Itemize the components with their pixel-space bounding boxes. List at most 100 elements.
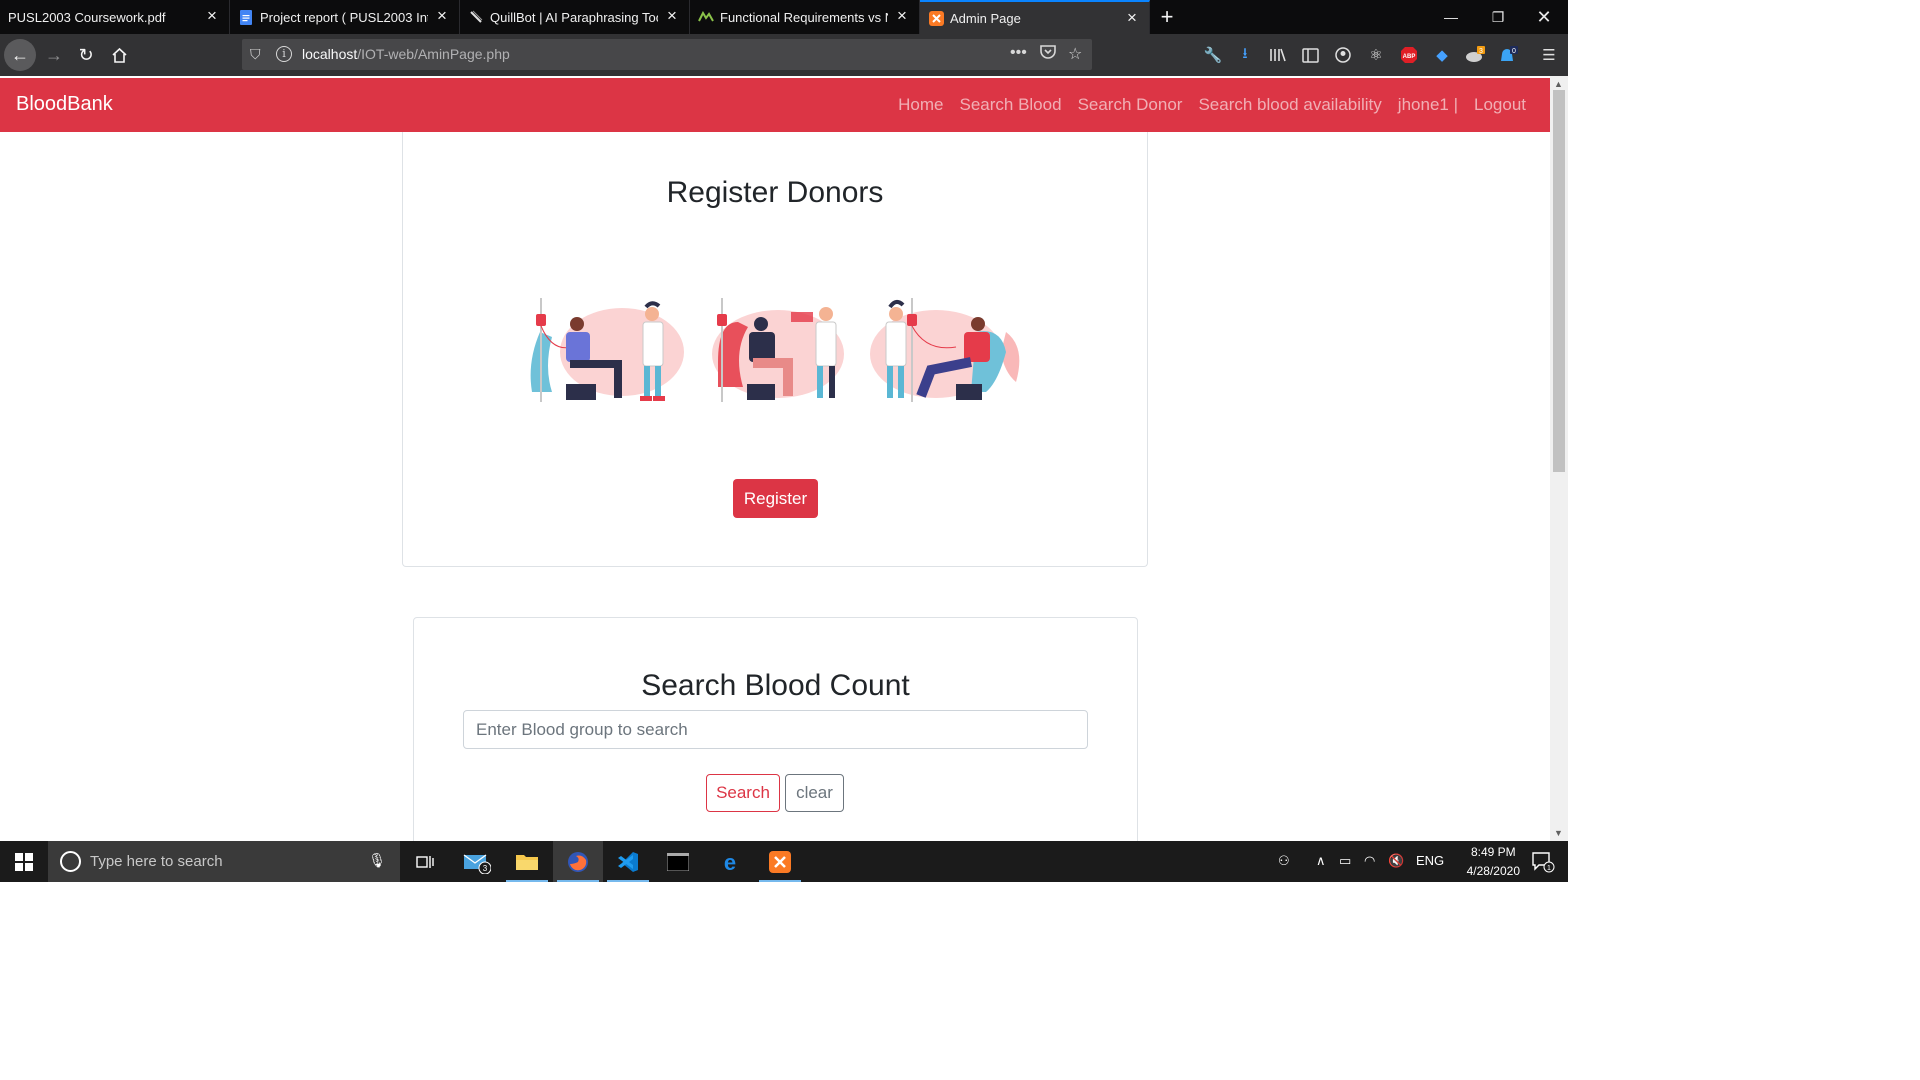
clock-date: 4/28/2020 bbox=[1466, 864, 1520, 878]
edge-icon: e bbox=[724, 851, 736, 873]
close-icon[interactable]: × bbox=[895, 7, 909, 24]
microphone-icon[interactable]: 🎙 bbox=[368, 852, 386, 869]
blood-group-search-input[interactable] bbox=[463, 710, 1088, 749]
notification-icon: 1 bbox=[1532, 851, 1555, 872]
react-devtools-icon[interactable]: ⚛ bbox=[1365, 44, 1387, 66]
site-info-icon[interactable]: i bbox=[276, 46, 292, 62]
close-icon[interactable]: × bbox=[1125, 9, 1139, 26]
home-button[interactable] bbox=[103, 39, 135, 71]
scroll-up-icon[interactable]: ▲ bbox=[1554, 79, 1563, 89]
taskbar-xampp[interactable] bbox=[755, 841, 805, 882]
scrollbar-thumb[interactable] bbox=[1553, 90, 1565, 472]
download-icon[interactable]: ⭳ bbox=[1234, 44, 1256, 66]
tab-quillbot[interactable]: QuillBot | AI Paraphrasing Tool × bbox=[460, 0, 690, 34]
taskbar-firefox[interactable] bbox=[553, 841, 603, 882]
forward-button[interactable]: → bbox=[38, 39, 70, 71]
sidebar-icon[interactable] bbox=[1299, 44, 1321, 66]
pocket-icon[interactable] bbox=[1040, 44, 1056, 64]
reload-button[interactable]: ↻ bbox=[70, 39, 102, 71]
close-icon[interactable]: × bbox=[205, 7, 219, 24]
adblock-icon[interactable]: ABP bbox=[1398, 44, 1420, 66]
tab-title: QuillBot | AI Paraphrasing Tool bbox=[490, 9, 658, 25]
people-icon[interactable]: ⚇ bbox=[1278, 853, 1290, 869]
reload-icon: ↻ bbox=[78, 44, 94, 65]
tab-admin-page[interactable]: Admin Page × bbox=[920, 0, 1150, 34]
start-button[interactable] bbox=[0, 841, 48, 882]
nav-link-search-donor[interactable]: Search Donor bbox=[1078, 95, 1183, 115]
search-blood-count-title: Search Blood Count bbox=[641, 669, 910, 702]
arrow-left-icon: ← bbox=[11, 44, 29, 65]
nav-link-search-blood[interactable]: Search Blood bbox=[959, 95, 1061, 115]
close-window-button[interactable]: ✕ bbox=[1521, 0, 1567, 34]
page-scrollbar[interactable]: ▲ ▼ bbox=[1550, 76, 1568, 841]
taskbar-edge[interactable]: e bbox=[705, 841, 755, 882]
url-text[interactable]: localhost/IOT-web/AminPage.php bbox=[302, 46, 510, 62]
windows-taskbar: Type here to search 🎙 3 e ⚇ ∧ ▭ ◠ 🔇 ENG … bbox=[0, 841, 1568, 882]
taskbar-file-explorer[interactable] bbox=[502, 841, 552, 882]
close-icon[interactable]: × bbox=[435, 7, 449, 24]
gem-extension-icon[interactable]: ◆ bbox=[1431, 44, 1453, 66]
tab-coursework-pdf[interactable]: PUSL2003 Coursework.pdf × bbox=[0, 0, 230, 34]
battery-icon[interactable]: ▭ bbox=[1339, 853, 1351, 869]
site-brand[interactable]: BloodBank bbox=[16, 93, 113, 116]
chevron-up-icon[interactable]: ∧ bbox=[1316, 853, 1326, 869]
bookmark-star-icon[interactable]: ☆ bbox=[1068, 44, 1082, 64]
new-tab-button[interactable]: + bbox=[1150, 0, 1184, 34]
taskbar-search-box[interactable]: Type here to search 🎙 bbox=[48, 841, 400, 882]
scroll-down-icon[interactable]: ▼ bbox=[1554, 828, 1563, 838]
taskbar-mail[interactable]: 3 bbox=[452, 841, 502, 882]
svg-text:ABP: ABP bbox=[1403, 54, 1416, 60]
wifi-icon[interactable]: ◠ bbox=[1364, 853, 1375, 869]
hamburger-menu-icon[interactable]: ☰ bbox=[1538, 44, 1560, 66]
nav-link-user[interactable]: jhone1 | bbox=[1398, 95, 1458, 115]
restore-window-button[interactable]: ❐ bbox=[1475, 0, 1521, 34]
register-donors-title: Register Donors bbox=[666, 176, 884, 209]
library-icon[interactable] bbox=[1267, 44, 1289, 66]
close-icon[interactable]: × bbox=[665, 7, 679, 24]
blood-donation-illustration bbox=[870, 298, 1020, 402]
tab-title: PUSL2003 Coursework.pdf bbox=[8, 9, 166, 25]
task-view-button[interactable] bbox=[400, 841, 450, 882]
xampp-icon bbox=[928, 10, 944, 26]
tab-title: Admin Page bbox=[950, 10, 1021, 26]
quillbot-icon bbox=[468, 9, 484, 25]
tracking-shield-icon[interactable]: ⛉ bbox=[250, 46, 261, 63]
extension-badge-a: 3 bbox=[1479, 48, 1483, 55]
tab-project-report[interactable]: Project report ( PUSL2003 Integ × bbox=[230, 0, 460, 34]
nav-link-home[interactable]: Home bbox=[898, 95, 943, 115]
search-button[interactable]: Search bbox=[706, 774, 780, 812]
arrow-right-icon: → bbox=[45, 44, 63, 65]
tab-title: Project report ( PUSL2003 Integ bbox=[260, 9, 428, 25]
register-button[interactable]: Register bbox=[733, 479, 818, 518]
vscode-icon bbox=[618, 851, 638, 872]
notification-extension-icon[interactable]: 0 bbox=[1497, 44, 1519, 66]
url-host: localhost bbox=[302, 46, 358, 62]
taskbar-search-placeholder: Type here to search bbox=[90, 853, 223, 870]
extension-icon[interactable]: 3 bbox=[1464, 44, 1486, 66]
home-icon bbox=[111, 47, 127, 63]
action-center-button[interactable]: 1 bbox=[1518, 841, 1568, 882]
running-indicator bbox=[557, 880, 599, 882]
firefox-icon bbox=[568, 851, 588, 872]
language-indicator[interactable]: ENG bbox=[1416, 853, 1444, 868]
speaker-muted-icon[interactable]: 🔇 bbox=[1388, 853, 1404, 869]
taskbar-vscode[interactable] bbox=[603, 841, 653, 882]
account-icon[interactable] bbox=[1332, 44, 1354, 66]
extension-badge-b: 0 bbox=[1512, 48, 1516, 55]
clear-button[interactable]: clear bbox=[785, 774, 844, 812]
taskbar-terminal[interactable] bbox=[653, 841, 703, 882]
site-nav-links: Home Search Blood Search Donor Search bl… bbox=[898, 95, 1526, 115]
mail-badge: 3 bbox=[483, 864, 488, 873]
terminal-icon bbox=[667, 852, 689, 871]
back-button[interactable]: ← bbox=[4, 39, 36, 71]
wrench-icon[interactable]: 🔧 bbox=[1202, 44, 1224, 66]
nav-link-logout[interactable]: Logout bbox=[1474, 95, 1526, 115]
page-actions-icon[interactable]: ••• bbox=[1010, 44, 1027, 62]
tab-functional-requirements[interactable]: Functional Requirements vs No × bbox=[690, 0, 920, 34]
running-indicator bbox=[759, 880, 801, 882]
url-bar[interactable]: ⛉ i localhost/IOT-web/AminPage.php ••• ☆ bbox=[242, 39, 1092, 70]
notification-count: 1 bbox=[1547, 865, 1551, 872]
taskbar-clock[interactable]: 8:49 PM 4/28/2020 bbox=[1467, 843, 1520, 881]
nav-link-search-blood-availability[interactable]: Search blood availability bbox=[1198, 95, 1381, 115]
minimize-window-button[interactable]: — bbox=[1428, 0, 1474, 34]
